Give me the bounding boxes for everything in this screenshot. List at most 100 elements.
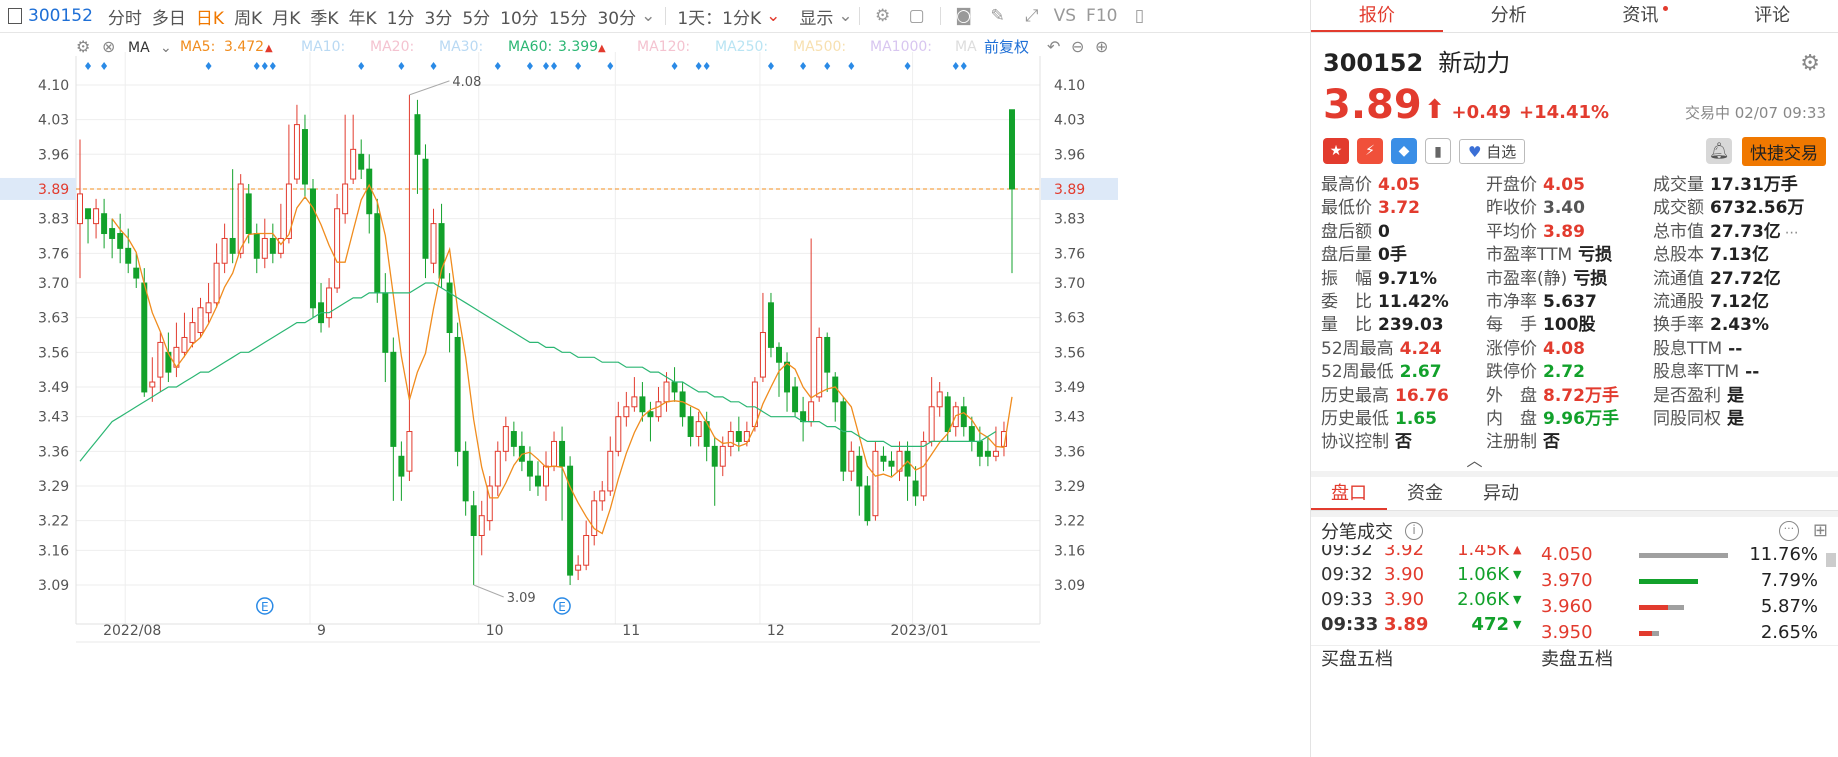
sub-tab[interactable]: 资金 (1387, 477, 1463, 510)
candle[interactable] (567, 456, 574, 585)
candle[interactable] (350, 114, 357, 185)
candle[interactable] (382, 273, 389, 383)
f10-button[interactable]: F10 (1086, 6, 1117, 26)
period-tab[interactable]: 5分 (462, 4, 490, 29)
candle[interactable] (534, 461, 541, 496)
event-marker-icon[interactable] (494, 62, 501, 70)
event-marker-icon[interactable] (526, 62, 533, 70)
range-select[interactable]: 1天：1分K (677, 4, 761, 29)
quote-tab[interactable]: 资讯 (1575, 0, 1707, 32)
candle[interactable] (253, 223, 260, 274)
quote-tab[interactable]: 分析 (1443, 0, 1575, 32)
ma-indicator-select[interactable]: MA (128, 40, 150, 56)
display-menu[interactable]: 显示 (799, 4, 833, 29)
candle[interactable] (462, 441, 469, 516)
period-tab[interactable]: 周K (234, 4, 262, 29)
candle[interactable] (310, 179, 316, 318)
quick-trade-button[interactable]: 快捷交易 (1742, 136, 1826, 166)
candle[interactable] (840, 396, 847, 482)
candle[interactable] (269, 223, 276, 264)
period-more-icon[interactable]: ⌄ (641, 6, 655, 26)
candle[interactable] (141, 268, 148, 397)
candle[interactable] (101, 198, 108, 249)
candle[interactable] (285, 124, 292, 244)
period-tab[interactable]: 月K (272, 4, 300, 29)
period-tab[interactable]: 3分 (425, 4, 453, 29)
settings-icon[interactable]: ⚙ (76, 37, 90, 56)
candle[interactable] (125, 228, 132, 274)
event-marker-icon[interactable] (101, 62, 108, 70)
gear-icon[interactable]: ⚙ (1800, 51, 1820, 76)
sub-tab[interactable]: 异动 (1463, 477, 1539, 510)
range-dropdown-icon[interactable]: ⌄ (766, 6, 780, 26)
display-dropdown-icon[interactable]: ⌄ (838, 6, 852, 26)
candle[interactable] (583, 520, 590, 571)
candle[interactable] (446, 273, 453, 353)
candle[interactable] (575, 555, 582, 581)
settings-icon[interactable]: ⚙ (873, 6, 893, 26)
event-marker-icon[interactable] (253, 62, 260, 70)
candle[interactable] (277, 203, 284, 259)
candle[interactable] (647, 401, 654, 442)
candle[interactable] (759, 292, 766, 383)
event-marker-icon[interactable] (607, 62, 614, 70)
quote-tab[interactable]: 报价 (1311, 0, 1443, 32)
more-icon[interactable]: ··· (1778, 520, 1799, 541)
event-marker-icon[interactable] (575, 62, 582, 70)
candle[interactable] (414, 99, 421, 194)
candle[interactable] (157, 332, 164, 392)
period-tab[interactable]: 1分 (387, 4, 415, 29)
candle[interactable] (615, 401, 622, 457)
candle[interactable] (197, 297, 204, 338)
candle[interactable] (77, 139, 83, 279)
candle[interactable] (181, 312, 188, 358)
bolt-icon[interactable]: ⚡ (1357, 138, 1383, 164)
event-marker-icon[interactable] (430, 62, 437, 70)
candle[interactable] (880, 446, 887, 472)
event-marker-icon[interactable] (695, 62, 702, 70)
candle[interactable] (374, 198, 381, 303)
candle[interactable] (872, 441, 879, 521)
layout-icon[interactable]: ▢ (907, 6, 927, 26)
candle[interactable] (109, 218, 116, 259)
event-marker-icon[interactable] (398, 62, 405, 70)
period-tab[interactable]: 年K (349, 4, 377, 29)
event-marker-icon[interactable] (952, 62, 959, 70)
candle[interactable] (189, 307, 196, 348)
grid-icon[interactable]: ⊞ (1813, 520, 1828, 541)
vs-button[interactable]: VS (1054, 6, 1076, 26)
event-marker-icon[interactable] (904, 62, 911, 70)
event-marker-icon[interactable] (551, 62, 558, 70)
pencil-icon[interactable]: ✎ (988, 6, 1008, 26)
event-marker-icon[interactable] (703, 62, 710, 70)
candle[interactable] (422, 144, 429, 279)
chevron-down-icon[interactable]: ⌄ (160, 40, 172, 56)
zoom-out-icon[interactable]: ⊖ (1071, 37, 1084, 56)
candle[interactable] (832, 372, 839, 422)
bell-icon[interactable]: 🔔︎ (1706, 138, 1732, 164)
candle[interactable] (229, 169, 236, 264)
candle[interactable] (856, 446, 863, 516)
watchlist-button[interactable]: ♥ 自选 (1459, 138, 1526, 164)
undo-icon[interactable]: ↶ (1047, 37, 1060, 56)
candle[interactable] (631, 377, 638, 412)
candle[interactable] (173, 322, 180, 378)
event-marker-icon[interactable] (205, 62, 212, 70)
event-marker-icon[interactable] (824, 62, 831, 70)
candle[interactable] (93, 198, 100, 239)
candle[interactable] (470, 490, 477, 585)
kline-svg[interactable]: 4.10 4.10 4.03 4.03 3.96 3.96 3.89 3.89 3.83 3.83… (0, 34, 1310, 757)
collapse-chevron-icon[interactable]: ︿ (1111, 452, 1838, 471)
period-tab[interactable]: 30分 (597, 4, 636, 29)
candle[interactable] (711, 436, 718, 506)
candle[interactable] (1009, 109, 1015, 274)
period-tab[interactable]: 15分 (549, 4, 588, 29)
candle[interactable] (824, 332, 831, 392)
period-tab[interactable]: 日K (196, 4, 224, 29)
event-marker-icon[interactable] (848, 62, 855, 70)
event-marker-icon[interactable] (543, 62, 549, 70)
tag-icon[interactable]: ◆ (1391, 138, 1417, 164)
candle[interactable] (551, 431, 558, 472)
candle[interactable] (655, 386, 662, 422)
camera-icon[interactable]: ◙ (954, 6, 974, 26)
